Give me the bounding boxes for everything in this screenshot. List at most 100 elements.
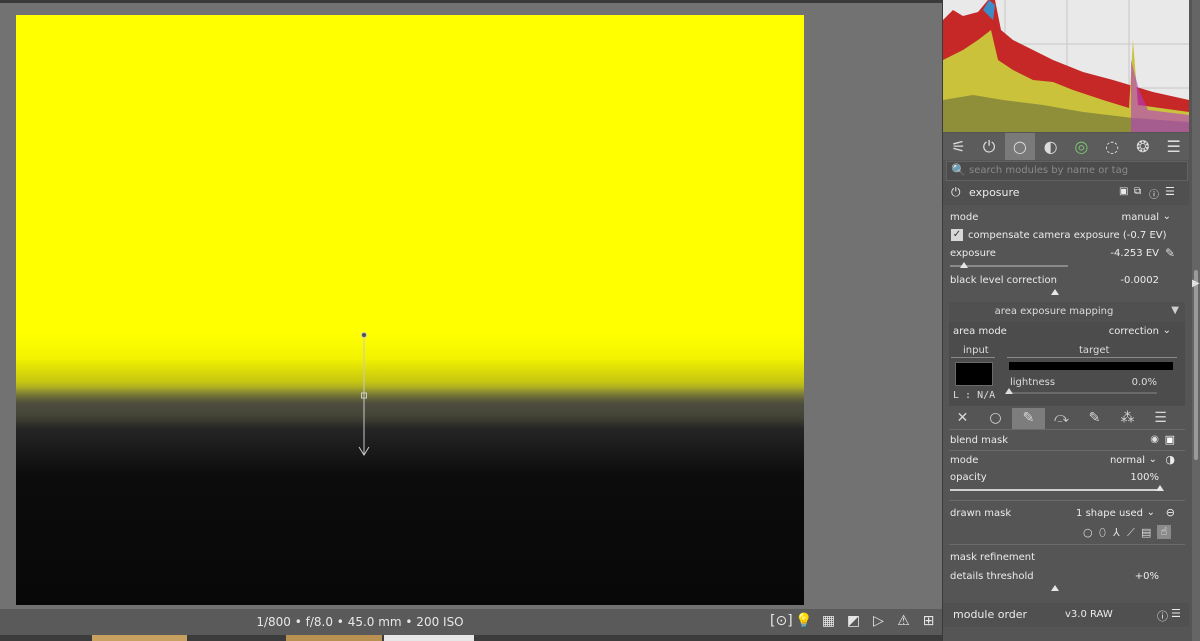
details-threshold-marker[interactable] xyxy=(1051,585,1059,591)
input-underline xyxy=(951,357,995,358)
module-search[interactable]: 🔍 search modules by name or tag xyxy=(946,161,1188,181)
toggle-polarity-icon[interactable]: ⊖ xyxy=(1166,506,1175,519)
reset-icon[interactable]: ⓘ xyxy=(1149,186,1159,201)
circle-shape-icon[interactable]: ○ xyxy=(1083,526,1093,539)
module-group-tabs: ⚟ ⏻ ○ ◐ ◎ ◌ ❂ ☰ xyxy=(943,133,1189,160)
reset-icon[interactable]: ⓘ xyxy=(1157,608,1168,624)
tone-group-icon[interactable]: ◐ xyxy=(1035,133,1066,160)
active-modules-icon[interactable]: ⏻ xyxy=(974,133,1005,160)
drawn-parametric-icon[interactable]: ✎ xyxy=(1078,408,1111,429)
scrollbar-thumb[interactable] xyxy=(1194,270,1198,460)
compensate-label: compensate camera exposure (-0.7 EV) xyxy=(968,230,1167,241)
filmstrip-thumbnail-selected[interactable] xyxy=(384,635,474,641)
off-icon[interactable]: ✕ xyxy=(946,408,979,429)
l-readout: L : N/A xyxy=(953,390,996,401)
path-shape-icon[interactable]: ⅄ xyxy=(1113,526,1120,539)
drawn-mask-row[interactable]: drawn mask 1 shape used ⌄ ⊖ xyxy=(943,506,1189,522)
opacity-slider[interactable]: opacity 100% xyxy=(943,470,1189,486)
histogram[interactable] xyxy=(943,0,1189,132)
image-preview[interactable] xyxy=(16,15,804,605)
compensate-checkbox-row[interactable]: ✓ compensate camera exposure (-0.7 EV) xyxy=(943,228,1189,244)
filmstrip-thumbnail[interactable] xyxy=(286,635,382,641)
black-level-slider[interactable]: black level correction -0.0002 xyxy=(943,273,1189,289)
exposure-slider-marker[interactable] xyxy=(959,262,968,268)
filmstrip-thumbnail[interactable] xyxy=(92,635,187,641)
area-mode-value[interactable]: correction xyxy=(1109,326,1159,337)
center-view xyxy=(0,3,942,609)
clipping-icon[interactable]: ◩ xyxy=(845,613,862,630)
mask-refinement-header: mask refinement xyxy=(943,550,1189,566)
area-mode-label: area mode xyxy=(953,326,1007,337)
guides-icon[interactable]: ⊞ xyxy=(920,613,937,630)
mask-refinement-label: mask refinement xyxy=(950,552,1036,563)
exposure-slider[interactable]: exposure -4.253 EV ✎ xyxy=(943,246,1189,262)
lightness-slider-track[interactable] xyxy=(1009,392,1157,394)
uniform-icon[interactable]: ○ xyxy=(979,408,1012,429)
base-group-icon[interactable]: ○ xyxy=(1004,133,1036,160)
module-order-footer[interactable]: module order v3.0 RAW ⓘ ☰ xyxy=(943,603,1189,627)
presets-icon[interactable]: ☰ xyxy=(1171,607,1181,620)
presets-menu-icon[interactable]: ☰ xyxy=(1144,408,1177,429)
edit-masks-icon[interactable]: ☝ xyxy=(1157,525,1171,539)
blend-mask-label: blend mask xyxy=(950,435,1009,446)
shapes-used-value[interactable]: 1 shape used xyxy=(1076,508,1143,519)
module-name: exposure xyxy=(969,186,1020,199)
lightness-label: lightness xyxy=(1010,377,1056,388)
softproof-icon[interactable]: ▷ xyxy=(870,613,887,630)
brush-shape-icon[interactable]: ⟋ xyxy=(1127,526,1135,540)
color-picker-icon[interactable]: ✎ xyxy=(1165,246,1175,260)
reverse-blend-icon[interactable]: ◑ xyxy=(1165,453,1175,466)
bottom-info-bar: 1/800 • f/8.0 • 45.0 mm • 200 ISO [⊙] 💡 … xyxy=(0,609,942,635)
search-input[interactable]: search modules by name or tag xyxy=(969,165,1128,176)
input-color-swatch[interactable] xyxy=(955,362,993,386)
eye-icon[interactable]: ◉ xyxy=(1150,434,1159,445)
area-section-header[interactable]: area exposure mapping ▼ xyxy=(949,302,1185,322)
gradient-shape-overlay[interactable] xyxy=(16,15,804,605)
gradient-rotation-handle[interactable] xyxy=(361,332,367,338)
drawn-mask-label: drawn mask xyxy=(950,508,1012,519)
shape-tools-row: ○ ⬯ ⅄ ⟋ ▤ ☝ xyxy=(943,525,1189,542)
area-mode-combobox[interactable]: area mode correction ⌄ xyxy=(943,324,1189,340)
panel-collapse-arrow-icon[interactable]: ▶ xyxy=(1192,278,1200,289)
module-power-icon[interactable]: ⏻ xyxy=(951,185,961,200)
lightness-slider-marker[interactable] xyxy=(1005,388,1013,394)
color-group-icon[interactable]: ◎ xyxy=(1066,133,1097,160)
black-level-slider-marker[interactable] xyxy=(1051,289,1059,295)
details-threshold-slider[interactable]: details threshold +0% xyxy=(943,569,1189,585)
separator xyxy=(949,450,1185,451)
display-mask-icon[interactable]: ▣ xyxy=(1165,433,1175,446)
focus-peaking-icon[interactable]: [⊙] xyxy=(770,613,793,630)
exposure-module-header[interactable]: ⏻ exposure ▣ ⧉ ⓘ ☰ xyxy=(943,181,1189,205)
correct-group-icon[interactable]: ◌ xyxy=(1097,133,1128,160)
blend-mode-label: mode xyxy=(950,455,979,466)
mask-indicator-icon[interactable]: ▣ xyxy=(1119,186,1128,197)
color-assessment-icon[interactable]: 💡 xyxy=(795,613,812,630)
blend-mode-combobox[interactable]: mode normal ⌄ ◑ xyxy=(943,453,1189,469)
gamut-check-icon[interactable]: ⚠ xyxy=(895,613,912,630)
opacity-slider-fill[interactable] xyxy=(950,489,1160,491)
effect-group-icon[interactable]: ❂ xyxy=(1128,133,1159,160)
presets-menu-icon[interactable]: ☰ xyxy=(1158,133,1189,160)
module-order-value[interactable]: v3.0 RAW xyxy=(1065,609,1113,620)
area-section-title: area exposure mapping xyxy=(994,306,1114,317)
collapse-triangle-icon[interactable]: ▼ xyxy=(1171,305,1179,316)
multi-instance-icon[interactable]: ⧉ xyxy=(1134,186,1141,197)
ellipse-shape-icon[interactable]: ⬯ xyxy=(1099,526,1106,540)
compensate-checkbox[interactable]: ✓ xyxy=(951,229,963,241)
target-lightness-bar[interactable] xyxy=(1009,362,1173,370)
histogram-graph xyxy=(943,0,1189,132)
mode-label: mode xyxy=(950,212,979,223)
separator xyxy=(949,429,1185,430)
quick-access-icon[interactable]: ⚟ xyxy=(943,133,974,160)
mode-value[interactable]: manual xyxy=(1122,212,1159,223)
blend-mode-value[interactable]: normal xyxy=(1110,455,1145,466)
presets-icon[interactable]: ☰ xyxy=(1165,185,1175,198)
parametric-icon[interactable]: ⤼ xyxy=(1045,408,1078,429)
drawn-mask-icon[interactable]: ✎ xyxy=(1012,408,1045,429)
raw-overexposed-icon[interactable]: ▦ xyxy=(820,613,837,630)
right-panel-scrollbar[interactable]: ▶ xyxy=(1192,0,1200,641)
opacity-slider-marker[interactable] xyxy=(1156,485,1164,491)
mode-combobox[interactable]: mode manual ⌄ xyxy=(943,210,1189,226)
gradient-shape-icon[interactable]: ▤ xyxy=(1141,526,1151,539)
raster-mask-icon[interactable]: ⁂ xyxy=(1111,408,1144,429)
